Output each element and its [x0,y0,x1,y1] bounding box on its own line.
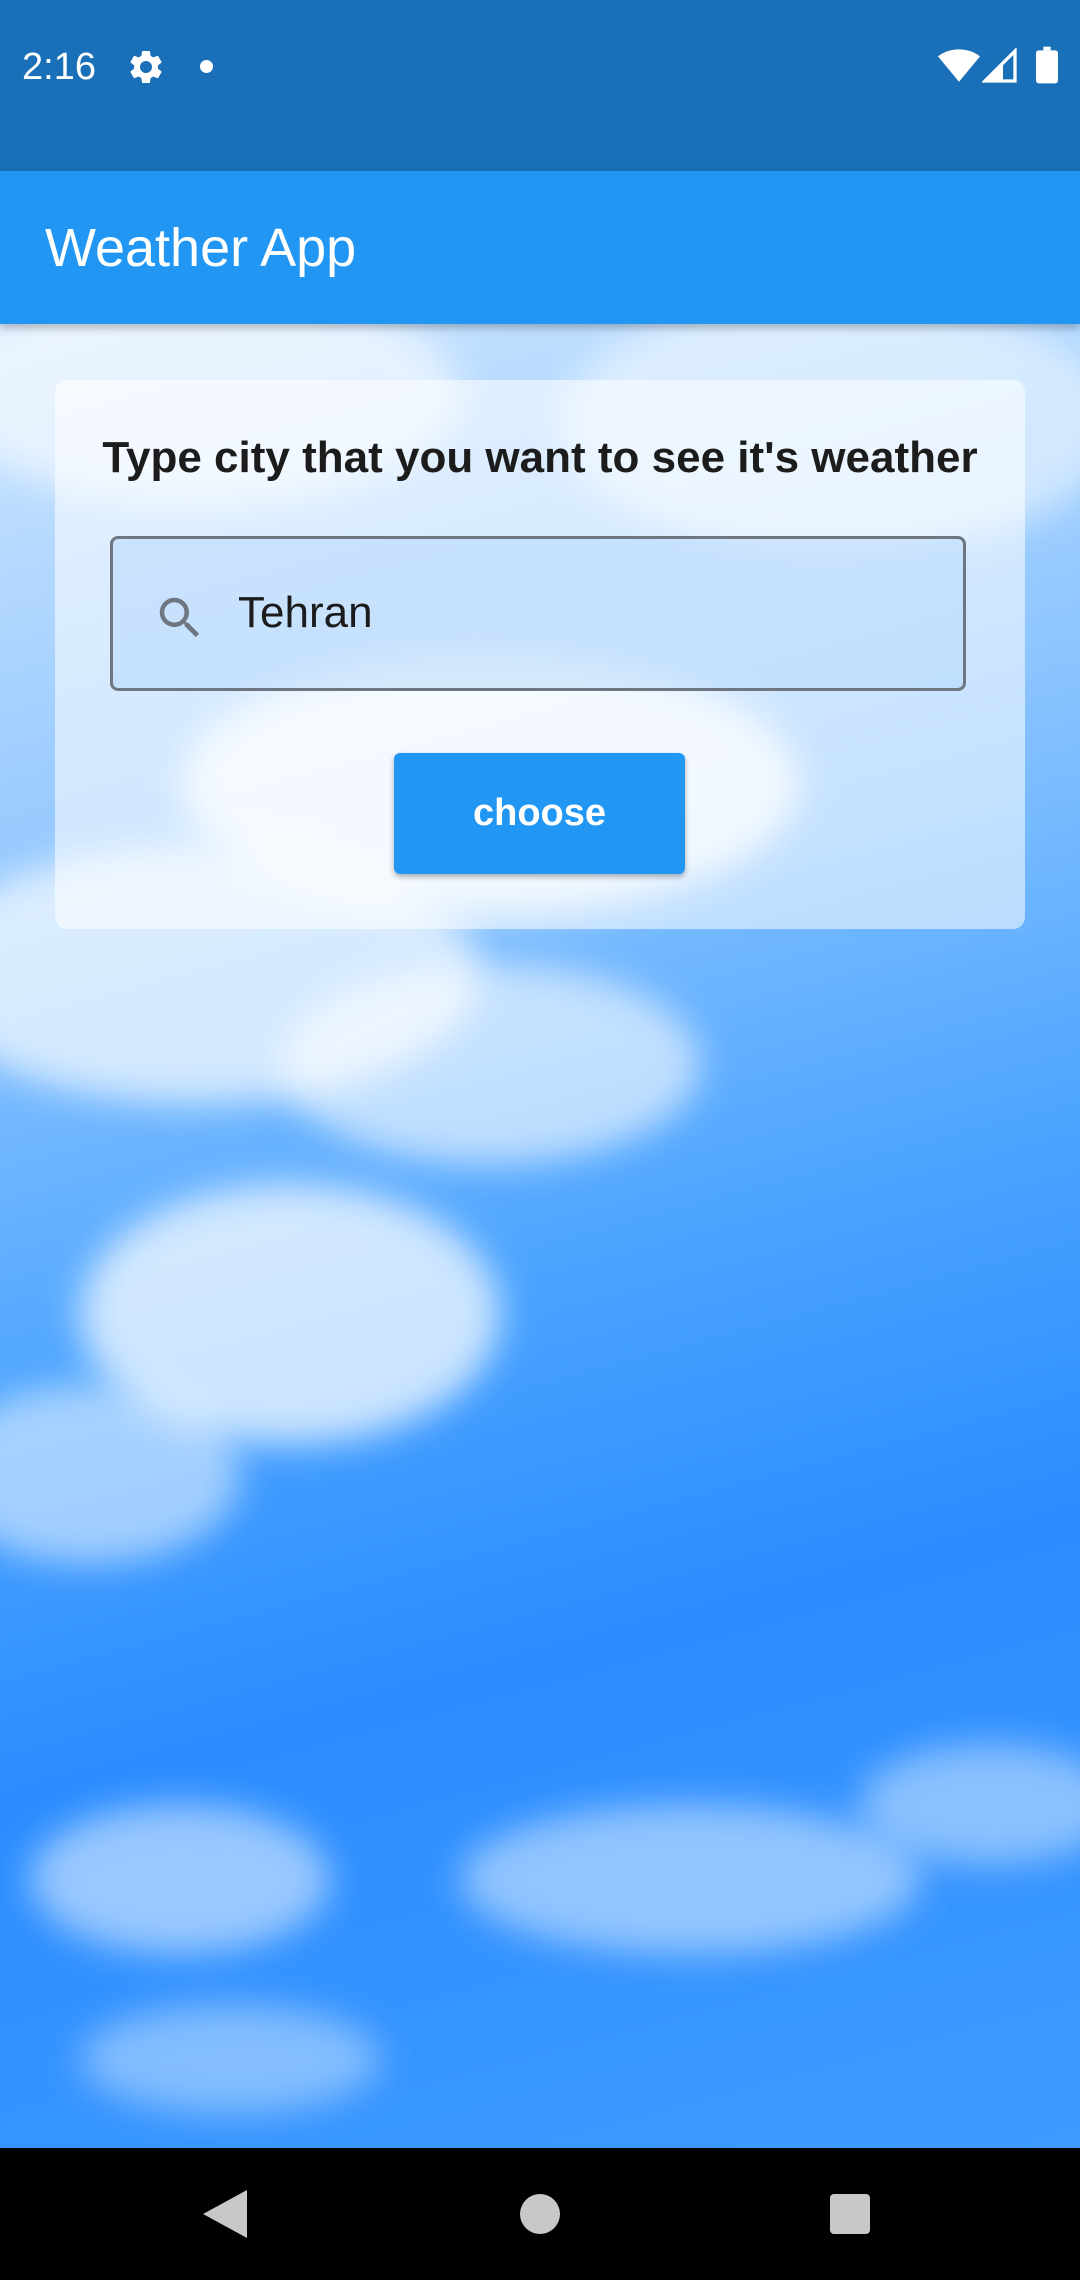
status-time: 2:16 [22,46,96,88]
card-heading: Type city that you want to see it's weat… [102,433,978,482]
app-bar: Weather App [0,171,1080,324]
city-search-card: Type city that you want to see it's weat… [55,380,1025,929]
back-icon[interactable] [203,2190,247,2238]
recents-icon[interactable] [830,2194,870,2234]
home-icon[interactable] [520,2194,560,2234]
city-search-input[interactable]: Tehran [110,536,966,691]
notification-dot-icon [200,60,213,73]
battery-icon [1036,46,1058,84]
city-search-value: Tehran [238,588,373,637]
search-icon [159,597,200,638]
app-title: Weather App [45,218,357,278]
signal-icon [982,48,1017,83]
status-bar: 2:16 [0,0,1080,171]
choose-button[interactable]: choose [394,753,685,874]
screen: 2:16 Weather App Type city that you want… [0,0,1080,2280]
wifi-icon [938,49,980,82]
gear-icon [130,50,162,83]
navigation-bar [0,2148,1080,2280]
